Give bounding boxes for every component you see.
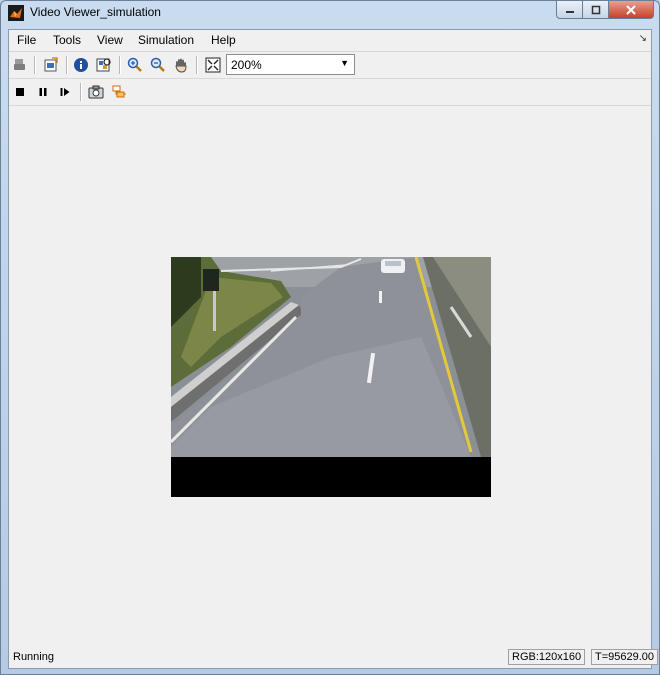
toolbar-separator xyxy=(80,83,82,101)
camera-icon xyxy=(88,85,104,99)
zoom-out-icon xyxy=(150,57,165,72)
info-icon xyxy=(74,58,88,72)
menu-bar: File Tools View Simulation Help ↘ xyxy=(9,30,651,52)
toolbar-separator xyxy=(119,56,121,74)
road-video-frame-image xyxy=(171,257,491,497)
zoom-out-button[interactable] xyxy=(149,56,167,74)
restore-icon xyxy=(591,5,600,14)
video-viewport xyxy=(9,106,651,646)
menu-simulation[interactable]: Simulation xyxy=(138,33,194,47)
title-bar[interactable]: Video Viewer_simulation xyxy=(1,1,659,25)
minimize-icon xyxy=(565,10,574,13)
zoom-level-value: 200% xyxy=(231,58,262,72)
stop-button[interactable] xyxy=(11,83,29,101)
menu-file[interactable]: File xyxy=(17,33,36,47)
snapshot-button[interactable] xyxy=(87,83,105,101)
step-forward-button[interactable] xyxy=(56,83,74,101)
close-icon xyxy=(626,4,636,15)
zoom-level-select[interactable]: 200% ▼ xyxy=(226,54,355,75)
toolbar-separator xyxy=(66,56,68,74)
status-bar: Running RGB:120x160 T=95629.00 xyxy=(9,646,659,668)
maximize-button[interactable] xyxy=(583,1,609,19)
close-button[interactable] xyxy=(609,1,654,19)
stop-icon xyxy=(16,88,24,96)
info-button[interactable] xyxy=(72,56,90,74)
toolbar-separator xyxy=(34,56,36,74)
toolbar-separator xyxy=(196,56,198,74)
toolbar-simulation xyxy=(9,79,651,106)
menu-dock-arrow-icon[interactable]: ↘ xyxy=(639,33,647,44)
step-forward-icon xyxy=(60,88,70,96)
matlab-icon xyxy=(8,5,24,21)
client-area: File Tools View Simulation Help ↘ 200% ▼… xyxy=(8,29,659,669)
minimize-button[interactable] xyxy=(556,1,583,19)
pixel-region-button[interactable] xyxy=(95,56,113,74)
menu-help[interactable]: Help xyxy=(211,33,236,47)
chevron-down-icon: ▼ xyxy=(340,58,349,68)
zoom-in-button[interactable] xyxy=(126,56,144,74)
zoom-in-icon xyxy=(127,57,142,72)
status-time: T=95629.00 xyxy=(591,649,659,665)
print-button[interactable] xyxy=(11,56,29,74)
window-title: Video Viewer_simulation xyxy=(30,5,161,19)
print-icon xyxy=(14,59,25,70)
fit-to-window-icon xyxy=(205,57,221,73)
app-window: Video Viewer_simulation File Tools View … xyxy=(0,0,660,675)
simulink-block-icon xyxy=(112,85,126,98)
export-icon xyxy=(44,57,58,72)
menu-view[interactable]: View xyxy=(97,33,123,47)
highlight-simulink-block-button[interactable] xyxy=(110,83,128,101)
pause-icon xyxy=(39,88,47,96)
pan-button[interactable] xyxy=(172,56,190,74)
pixel-region-icon xyxy=(96,58,111,72)
window-controls xyxy=(556,1,654,19)
status-text: Running xyxy=(13,651,54,663)
status-format: RGB:120x160 xyxy=(508,649,586,665)
hand-icon xyxy=(175,58,187,73)
toolbar-main: 200% ▼ xyxy=(9,52,651,79)
video-frame[interactable] xyxy=(171,257,491,497)
fit-to-window-button[interactable] xyxy=(204,56,222,74)
export-button[interactable] xyxy=(42,56,60,74)
menu-tools[interactable]: Tools xyxy=(53,33,81,47)
pause-button[interactable] xyxy=(34,83,52,101)
